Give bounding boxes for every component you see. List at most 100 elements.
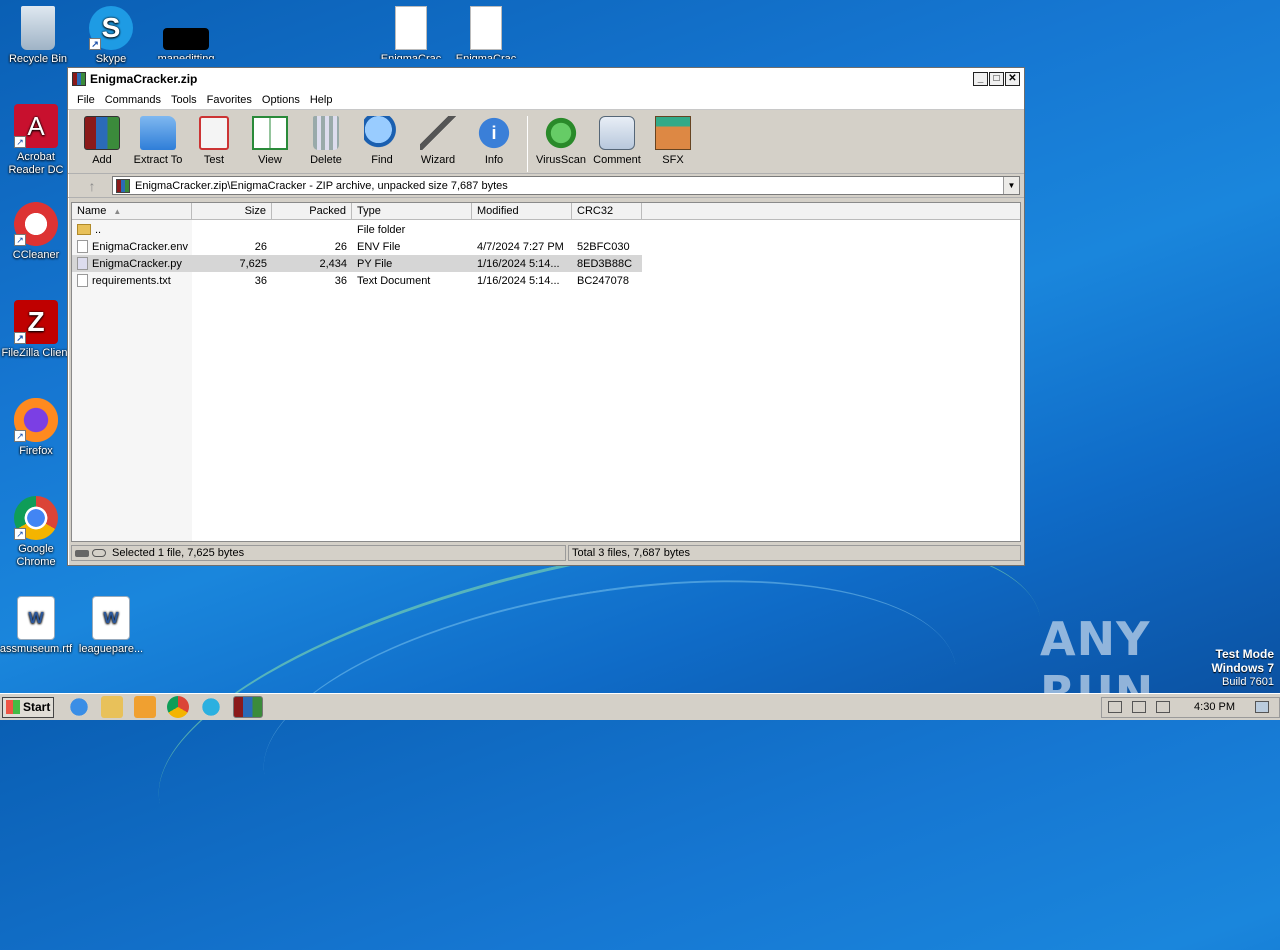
desktop-icon-leaguepare[interactable]: W leaguepare... [73, 596, 149, 656]
table-row-selected[interactable]: EnigmaCracker.py 7,625 2,434 PY File 1/1… [72, 255, 642, 272]
address-bar: ↑ EnigmaCracker.zip\EnigmaCracker - ZIP … [68, 174, 1024, 198]
minimize-button[interactable]: _ [973, 72, 988, 86]
table-row[interactable]: requirements.txt 36 36 Text Document 1/1… [72, 272, 1020, 289]
window-title: EnigmaCracker.zip [90, 72, 198, 86]
desktop-icon-assmuseum[interactable]: W assmuseum.rtf [0, 596, 74, 656]
column-header-crc32[interactable]: CRC32 [572, 203, 642, 219]
wizard-button[interactable]: Wizard [410, 114, 466, 166]
up-one-level-button[interactable]: ↑ [72, 178, 112, 194]
desktop-icon-ccleaner[interactable]: ↗ CCleaner [0, 202, 74, 262]
edge-icon[interactable] [200, 696, 222, 718]
desktop-icon-image[interactable]: maneditting [148, 6, 224, 59]
desktop-icon-firefox[interactable]: ↗ Firefox [0, 398, 74, 458]
maximize-button[interactable]: □ [989, 72, 1004, 86]
folder-extract-icon [140, 116, 176, 150]
view-button[interactable]: View [242, 114, 298, 166]
start-button[interactable]: Start [2, 696, 54, 718]
extract-to-button[interactable]: Extract To [130, 114, 186, 166]
desktop-icon-enigmacracker-1[interactable]: EnigmaCrac [373, 6, 449, 59]
status-total: Total 3 files, 7,687 bytes [568, 545, 1021, 561]
magnifier-icon [364, 116, 400, 150]
table-row[interactable]: EnigmaCracker.env 26 26 ENV File 4/7/202… [72, 238, 1020, 255]
path-combobox[interactable]: EnigmaCracker.zip\EnigmaCracker - ZIP ar… [112, 176, 1020, 195]
menu-help[interactable]: Help [305, 94, 338, 106]
test-button[interactable]: Test [186, 114, 242, 166]
drive-icon [75, 549, 89, 557]
image-thumbnail-icon [163, 28, 209, 50]
internet-explorer-icon[interactable] [68, 696, 90, 718]
windows-logo-icon [6, 700, 20, 714]
comment-button[interactable]: Comment [589, 114, 645, 166]
speaker-icon[interactable] [1108, 701, 1123, 713]
path-text: EnigmaCracker.zip\EnigmaCracker - ZIP ar… [135, 179, 508, 192]
sfx-box-icon [655, 116, 691, 150]
desktop-icon-skype[interactable]: S ↗ Skype [73, 6, 149, 66]
acrobat-icon: A ↗ [14, 104, 58, 148]
desktop-icon-filezilla[interactable]: Z ↗ FileZilla Client [0, 300, 74, 360]
file-list: Name ▲ Size Packed Type Modified CRC32 .… [71, 202, 1021, 542]
file-icon [470, 6, 502, 50]
action-center-flag-icon[interactable] [1156, 701, 1171, 713]
trash-can-icon [313, 116, 339, 150]
network-icon[interactable] [1132, 701, 1147, 713]
key-icon [92, 549, 106, 557]
desktop-icon-enigmacracker-2[interactable]: EnigmaCrac [448, 6, 524, 59]
toolbar: Add Extract To Test View Delete Find Wiz… [68, 110, 1024, 174]
chrome-icon: ↗ [14, 496, 58, 540]
column-header-packed[interactable]: Packed [272, 203, 352, 219]
shortcut-arrow-icon: ↗ [14, 136, 26, 148]
sort-ascending-icon: ▲ [113, 207, 122, 216]
menu-tools[interactable]: Tools [166, 94, 202, 106]
virus-scan-icon [543, 116, 579, 150]
status-bar: Selected 1 file, 7,625 bytes Total 3 fil… [71, 544, 1021, 562]
firefox-icon: ↗ [14, 398, 58, 442]
clipboard-check-icon [199, 116, 229, 150]
desktop-icon-acrobat[interactable]: A ↗ Acrobat Reader DC [0, 104, 74, 177]
info-button[interactable]: i Info [466, 114, 522, 166]
title-bar[interactable]: EnigmaCracker.zip _ □ ✕ [68, 68, 1024, 90]
menu-bar: File Commands Tools Favorites Options He… [68, 90, 1024, 110]
table-row[interactable]: .. File folder [72, 221, 1020, 238]
add-button[interactable]: Add [74, 114, 130, 166]
clock[interactable]: 4:30 PM [1194, 701, 1235, 713]
shortcut-arrow-icon: ↗ [14, 528, 26, 540]
menu-commands[interactable]: Commands [100, 94, 166, 106]
ccleaner-icon: ↗ [14, 202, 58, 246]
close-button[interactable]: ✕ [1005, 72, 1020, 86]
media-player-icon[interactable] [134, 696, 156, 718]
comment-icon [599, 116, 635, 150]
file-explorer-icon[interactable] [101, 696, 123, 718]
desktop-icon-chrome[interactable]: ↗ Google Chrome [0, 496, 74, 569]
recycle-bin-icon [21, 6, 55, 50]
menu-file[interactable]: File [72, 94, 100, 106]
filezilla-icon: Z ↗ [14, 300, 58, 344]
system-tray: 4:30 PM [1101, 696, 1280, 718]
skype-icon: S ↗ [89, 6, 133, 50]
text-file-icon [77, 274, 88, 287]
taskbar: Start 4:30 PM [0, 693, 1280, 720]
delete-button[interactable]: Delete [298, 114, 354, 166]
path-dropdown-button[interactable]: ▼ [1003, 177, 1019, 194]
shortcut-arrow-icon: ↗ [14, 332, 26, 344]
add-archive-icon [84, 116, 120, 150]
menu-favorites[interactable]: Favorites [202, 94, 257, 106]
desktop-icon-recycle-bin[interactable]: Recycle Bin [0, 6, 76, 66]
virusscan-button[interactable]: VirusScan [533, 114, 589, 166]
book-view-icon [252, 116, 288, 150]
sfx-button[interactable]: SFX [645, 114, 701, 166]
chrome-taskbar-icon[interactable] [167, 696, 189, 718]
info-icon: i [476, 116, 512, 150]
winrar-taskbar-button[interactable] [233, 696, 263, 718]
show-desktop-icon[interactable] [1255, 701, 1269, 713]
winrar-window: EnigmaCracker.zip _ □ ✕ File Commands To… [67, 67, 1025, 566]
column-header-modified[interactable]: Modified [472, 203, 572, 219]
find-button[interactable]: Find [354, 114, 410, 166]
column-header-name[interactable]: Name ▲ [72, 203, 192, 219]
column-header-size[interactable]: Size [192, 203, 272, 219]
winrar-app-icon [72, 72, 86, 86]
test-mode-watermark: Test Mode Windows 7 Build 7601 [1211, 647, 1274, 689]
column-header-type[interactable]: Type [352, 203, 472, 219]
word-document-icon: W [92, 596, 130, 640]
menu-options[interactable]: Options [257, 94, 305, 106]
folder-up-icon [77, 224, 91, 235]
